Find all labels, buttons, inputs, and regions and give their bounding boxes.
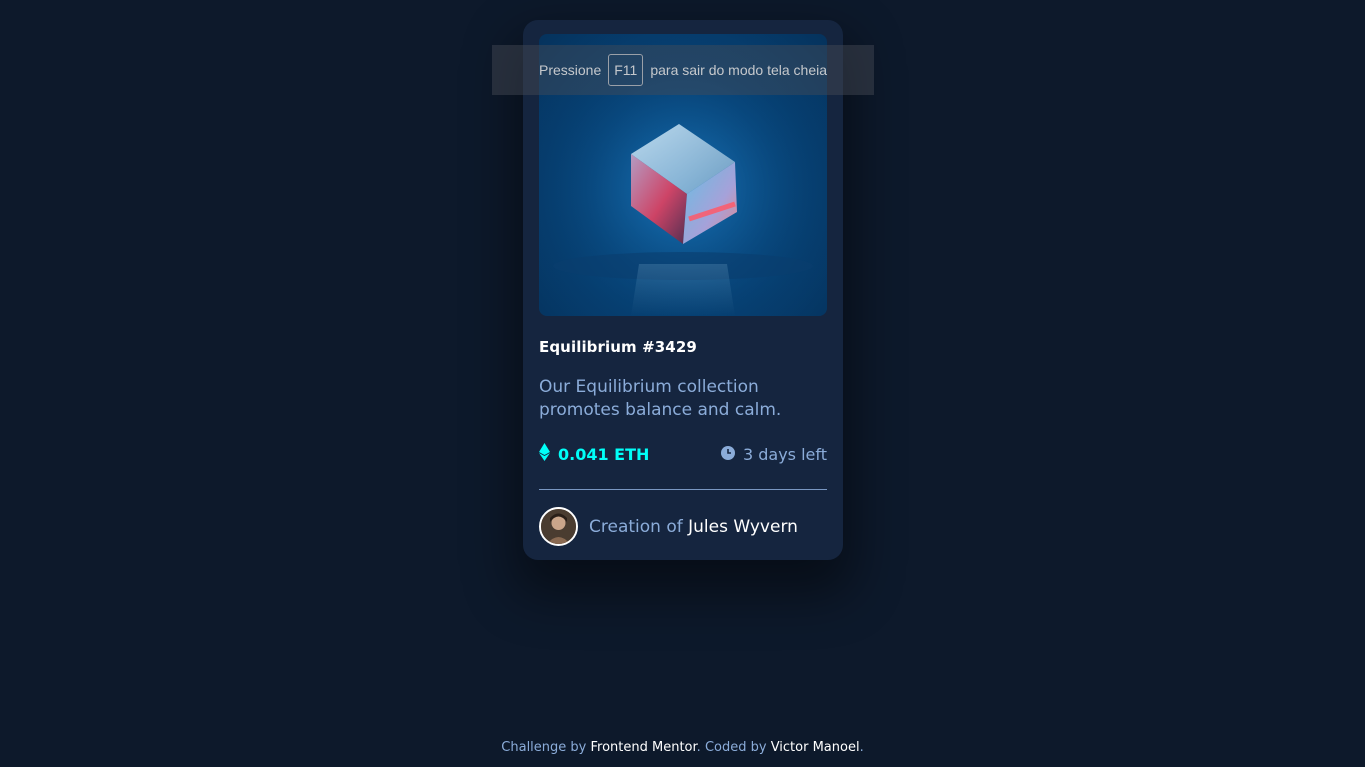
divider <box>539 489 827 490</box>
footer-coded-prefix: Coded by <box>704 740 771 755</box>
footer-separator: . <box>696 740 705 755</box>
footer-suffix: . <box>859 740 864 755</box>
fullscreen-notice: Pressione F11 para sair do modo tela che… <box>492 45 874 95</box>
footer-attribution: Challenge by Frontend Mentor. Coded by V… <box>0 740 1365 755</box>
fullscreen-notice-before: Pressione <box>538 62 602 78</box>
time-left-value: 3 days left <box>742 444 827 464</box>
creator-text: Creation of Jules Wyvern <box>589 517 798 537</box>
creator-prefix: Creation of <box>589 516 689 537</box>
price-value: 0.041 ETH <box>558 444 650 464</box>
frontend-mentor-link[interactable]: Frontend Mentor <box>591 740 697 755</box>
time-left: 3 days left <box>720 444 827 464</box>
ethereum-icon <box>539 443 550 465</box>
avatar <box>539 507 578 546</box>
nft-card: Equilibrium #3429 Our Equilibrium collec… <box>523 20 843 560</box>
fullscreen-notice-after: para sair do modo tela cheia <box>650 62 828 78</box>
creator-name-link[interactable]: Jules Wyvern <box>688 517 798 537</box>
footer-challenge-prefix: Challenge by <box>501 740 591 755</box>
f11-key: F11 <box>608 54 644 86</box>
page: Equilibrium #3429 Our Equilibrium collec… <box>0 0 1365 767</box>
author-link[interactable]: Victor Manoel <box>771 740 860 755</box>
nft-meta-row: 0.041 ETH 3 days left <box>539 442 827 466</box>
nft-description: Our Equilibrium collection promotes bala… <box>539 377 782 420</box>
creator-row: Creation of Jules Wyvern <box>539 507 798 546</box>
clock-icon <box>720 445 735 464</box>
nft-title[interactable]: Equilibrium #3429 <box>539 338 697 356</box>
price: 0.041 ETH <box>539 443 649 465</box>
